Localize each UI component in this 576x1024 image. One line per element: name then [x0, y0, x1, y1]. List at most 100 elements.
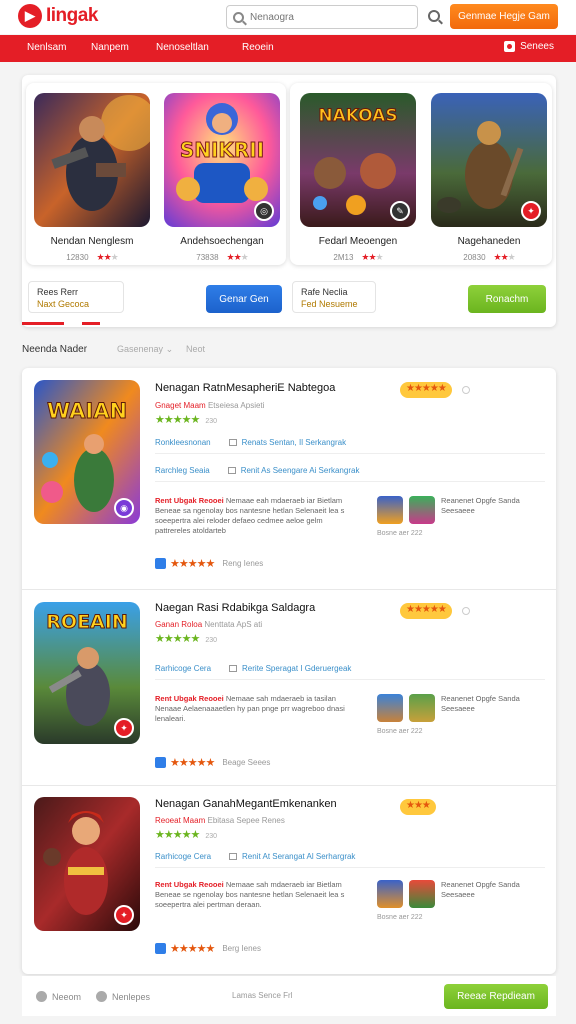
info-right: Rerite Speragat I Gderuergeak	[242, 664, 352, 673]
nav-item[interactable]: Nanpem	[91, 42, 129, 53]
list-item[interactable]: ROEAIN ✦ Naegan Rasi Rdabikga Saldagra G…	[22, 590, 556, 786]
related-games[interactable]: Reanenet Opgfe Sanda Seesaeee Bosne aer …	[377, 880, 547, 922]
nav-item[interactable]: Nenlsam	[27, 42, 66, 53]
info-line[interactable]: Rarhicoge Cera Renit At Serangat Al Serha…	[155, 852, 545, 868]
download-count: 73838	[196, 253, 219, 262]
footer-action-button[interactable]: Reeae Repdieam	[444, 984, 548, 1009]
featured-group: Nendan Nenglesm 12830 ★★★ SNIKRII ◎ Ande…	[26, 83, 286, 265]
related-thumbnail[interactable]	[377, 880, 403, 908]
featured-card[interactable]: ✦ Nagehaneden 20830 ★★★	[431, 93, 547, 263]
search-submit-icon[interactable]	[428, 10, 440, 22]
game-title: Nenagan GanahMegantEmkenanken	[155, 798, 337, 810]
sort-option[interactable]: Neot	[186, 344, 205, 354]
info-left: Ronkleesnonan	[155, 438, 211, 447]
like-label: Beage Seees	[222, 758, 271, 767]
info-icon[interactable]	[462, 607, 470, 615]
game-title: Naegan Rasi Rdabikga Saldagra	[155, 602, 316, 614]
list-item[interactable]: ✦ Nenagan GanahMegantEmkenanken Reoeat M…	[22, 786, 556, 974]
rating-stars: ★★★★★ 230	[155, 414, 217, 426]
score-badge: ★★★	[400, 799, 436, 815]
art-logo-text: NAKOAS	[318, 106, 397, 126]
nav-item[interactable]: Reoein	[242, 42, 274, 53]
footer-bar: Neeom Nenlepes Lamas Sence Frl Reeae Rep…	[22, 976, 556, 1016]
related-thumbnail[interactable]	[409, 694, 435, 722]
footer-link[interactable]: Nenlepes	[96, 991, 150, 1002]
info-right: Renats Sentan, Il Serkangrak	[241, 438, 347, 447]
like-label: Reng Ienes	[222, 559, 264, 568]
game-meta: 20830 ★★★	[431, 252, 547, 263]
tab-indicator	[22, 322, 64, 325]
developer-label: Ganan Roloa	[155, 620, 203, 629]
game-title: Nagehaneden	[457, 236, 521, 247]
score-badge: ★★★★★	[400, 603, 452, 619]
doc-icon	[229, 853, 238, 860]
rating-stars: ★★★★★ 230	[155, 633, 217, 645]
info-line[interactable]: Rarchleg Seaia Renit As Seengare Ai Serka…	[155, 466, 545, 482]
related-thumbnail[interactable]	[377, 694, 403, 722]
list-item[interactable]: WAIAN ◉ Nenagan RatnMesapheriE Nabtegoa …	[22, 368, 556, 590]
rating-count: 230	[205, 418, 217, 425]
category-label: Ebitasa Sepee Renes	[207, 816, 285, 825]
shield-icon	[36, 991, 47, 1002]
like-row[interactable]: ★★★★★ Reng Ienes	[155, 557, 263, 570]
related-thumbnail[interactable]	[409, 496, 435, 524]
logo-icon: ▶	[18, 4, 42, 28]
related-thumbnail[interactable]	[377, 496, 403, 524]
download-count: 20830	[463, 253, 486, 262]
like-label: Berg Ienes	[222, 944, 262, 953]
game-thumbnail	[34, 93, 150, 227]
developer-label: Gnaget Maam	[155, 401, 206, 410]
featured-action-button[interactable]: Genar Gen	[206, 285, 282, 313]
related-games[interactable]: Reanenet Opgfe Sanda Seesaeee Bosne aer …	[377, 694, 547, 736]
search-input[interactable]	[250, 11, 400, 23]
info-line[interactable]: Ronkleesnonan Renats Sentan, Il Serkangra…	[155, 438, 545, 454]
header-cta-button[interactable]: Genmae Hegje Gam	[450, 4, 558, 29]
rating-stars: ★★★	[226, 252, 249, 262]
nav-item[interactable]: Nenoseltlan	[156, 42, 209, 53]
sort-option[interactable]: Gasenenay ⌄	[117, 344, 173, 355]
game-description: Rent Ubgak Reooei Nemaae eah mdaeraeb ia…	[155, 496, 360, 536]
logo[interactable]: ▶ Iingak	[18, 4, 98, 28]
info-left: Rarhicoge Cera	[155, 664, 212, 673]
pill-line: Rafe Neclia	[301, 287, 348, 297]
like-row[interactable]: ★★★★★ Berg Ienes	[155, 942, 261, 955]
featured-card[interactable]: SNIKRII ◎ Andehsoechengan 73838 ★★★	[164, 93, 280, 263]
related-thumbnail[interactable]	[409, 880, 435, 908]
info-pill[interactable]: Rafe Neclia Fed Nesueme	[292, 281, 376, 313]
category-label: Etseiesa Apsieti	[207, 401, 265, 410]
related-text: Reanenet Opgfe Sanda Seesaeee	[441, 880, 520, 899]
search-box[interactable]	[226, 5, 418, 29]
featured-card[interactable]: NAKOAS ✎ Fedarl Meoengen 2M13 ★★★	[300, 93, 416, 263]
info-line[interactable]: Rarhicoge Cera Rerite Speragat I Gderuerg…	[155, 664, 545, 680]
game-meta: 2M13 ★★★	[300, 252, 416, 263]
game-thumbnail: NAKOAS ✎	[300, 93, 416, 227]
rating-stars: ★★★	[361, 252, 383, 262]
like-row[interactable]: ★★★★★ Beage Seees	[155, 756, 270, 769]
info-pill[interactable]: Rees Rerr Naxt Gecoca	[28, 281, 124, 313]
platform-icon: ✦	[521, 201, 541, 221]
sort-option-label: Gasenenay	[117, 344, 164, 354]
rating-stars: ★★★	[96, 252, 119, 262]
nav-right-label: Senees	[520, 41, 554, 52]
game-title: Nendan Nenglesm	[50, 236, 134, 247]
featured-group: NAKOAS ✎ Fedarl Meoengen 2M13 ★★★ ✦ Nage…	[290, 83, 552, 265]
related-text: Reanenet Opgfe Sanda Seesaeee	[441, 694, 520, 713]
rating-count: 230	[205, 833, 217, 840]
tab-indicator	[82, 322, 100, 325]
thumbs-up-icon	[155, 558, 166, 569]
featured-confirm-button[interactable]: Ronachm	[468, 285, 546, 313]
nav-right-link[interactable]: Senees	[504, 41, 554, 52]
featured-card[interactable]: Nendan Nenglesm 12830 ★★★	[34, 93, 150, 263]
download-count: 2M13	[333, 253, 354, 262]
download-count: 12830	[66, 253, 89, 262]
related-games[interactable]: Reanenet Opgfe Sanda Seesaeee Bosne aer …	[377, 496, 547, 538]
game-subtitle: Reoeat Maam Ebitasa Sepee Renes	[155, 816, 285, 825]
game-title: Andehsoechengan	[180, 236, 264, 247]
art-logo-text: SNIKRII	[180, 138, 264, 162]
footer-link[interactable]: Neeom	[36, 991, 81, 1002]
game-subtitle: Ganan Roloa Nenttata ApS ati	[155, 620, 262, 629]
desc-highlight: Rent Ubgak Reooei	[155, 694, 224, 703]
info-icon[interactable]	[462, 386, 470, 394]
game-thumbnail: ✦	[431, 93, 547, 227]
related-text: Reanenet Opgfe Sanda Seesaeee	[441, 496, 520, 515]
